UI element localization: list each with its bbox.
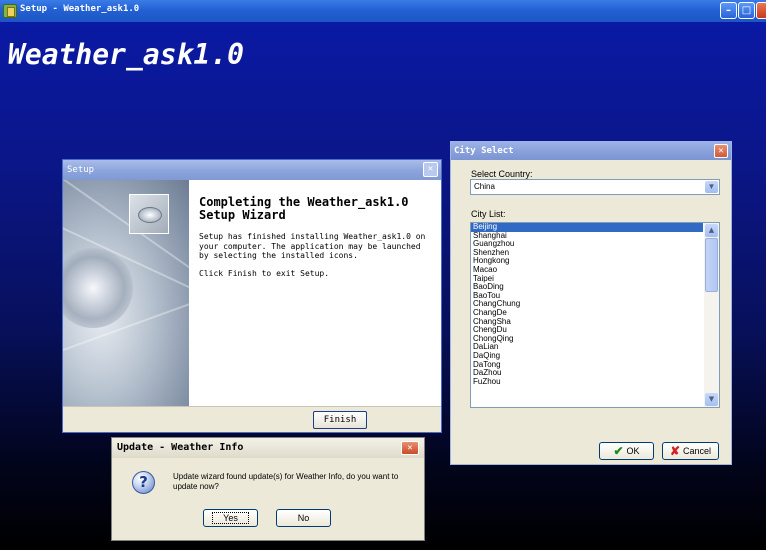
city-list-scrollbar[interactable]: ▲ ▼ [704,223,719,407]
country-label: Select Country: [471,169,533,179]
minimize-icon[interactable]: – [720,2,737,19]
scroll-up-icon[interactable]: ▲ [705,224,718,237]
city-items: Beijing Shanghai Guangzhou Shenzhen Hongkong… [471,223,719,386]
city-select-dialog: City Select ✕ Select Country: China ▼ Ci… [450,141,732,465]
list-item[interactable]: DaZhou [471,368,719,378]
close-icon[interactable]: ✕ [714,144,728,158]
setup-footer: Finish [63,406,441,432]
setup-app-icon [3,4,17,18]
question-icon: ? [132,471,155,494]
ok-label: OK [626,446,640,456]
list-item[interactable]: ChangSha [471,317,719,327]
cd-disc-icon [63,248,133,328]
close-icon[interactable] [756,2,766,19]
red-x-icon: ✘ [669,444,681,458]
checkmark-icon: ✔ [613,444,624,458]
update-message: Update wizard found update(s) for Weathe… [173,472,399,491]
setup-dialog: Setup ✕ Completing the Weather_ask1.0 Se… [62,159,442,433]
list-item[interactable]: FuZhou [471,377,719,387]
city-dialog-title: City Select [454,146,514,156]
setup-body: Completing the Weather_ask1.0 Setup Wiza… [189,180,441,406]
app-heading: Weather_ask1.0 [8,38,245,71]
chevron-down-icon[interactable]: ▼ [705,181,718,193]
list-item[interactable]: Hongkong [471,257,719,266]
scrollbar-thumb[interactable] [705,238,718,292]
list-item[interactable]: ChangChung [471,300,719,309]
setup-heading: Completing the Weather_ask1.0 Setup Wiza… [199,195,409,222]
yes-button[interactable]: Yes [203,509,258,527]
list-item[interactable]: ChongQing [471,334,719,344]
list-item[interactable]: DaQing [471,351,719,361]
list-item[interactable]: BaoDing [471,283,719,292]
list-item[interactable]: Taipei [471,274,719,284]
close-icon[interactable]: ✕ [423,162,438,177]
main-titlebar: Setup - Weather_ask1.0 – □ [0,0,766,22]
city-list-label: City List: [471,209,506,219]
setup-paragraph-1: Setup has finished installing Weather_as… [199,232,426,260]
list-item[interactable]: DaTong [471,360,719,370]
update-dialog-title: Update - Weather Info [117,442,244,453]
list-item[interactable]: DaLian [471,343,719,352]
scroll-down-icon[interactable]: ▼ [705,393,718,406]
cd-box-icon [129,194,169,234]
no-button[interactable]: No [276,509,331,527]
setup-titlebar: Setup ✕ [63,160,441,180]
setup-side-image [63,180,189,406]
cancel-label: Cancel [683,446,712,456]
setup-paragraph-2: Click Finish to exit Setup. [199,268,330,278]
country-select[interactable]: China ▼ [470,179,720,195]
city-titlebar: City Select ✕ [451,142,731,160]
cancel-button[interactable]: ✘ Cancel [662,442,719,460]
finish-button[interactable]: Finish [313,411,367,429]
ok-button[interactable]: ✔ OK [599,442,654,460]
yes-label: Yes [212,512,249,524]
setup-title: Setup [67,165,95,175]
window-title: Setup - Weather_ask1.0 [20,4,140,14]
maximize-icon[interactable]: □ [738,2,755,19]
list-item[interactable]: Macao [471,265,719,275]
close-icon[interactable]: ✕ [401,441,419,455]
country-value: China [474,182,495,191]
city-list[interactable]: Beijing Shanghai Guangzhou Shenzhen Hongkong… [470,222,720,408]
update-titlebar: Update - Weather Info ✕ [112,438,424,458]
update-dialog: Update - Weather Info ✕ ? Update wizard … [111,437,425,541]
